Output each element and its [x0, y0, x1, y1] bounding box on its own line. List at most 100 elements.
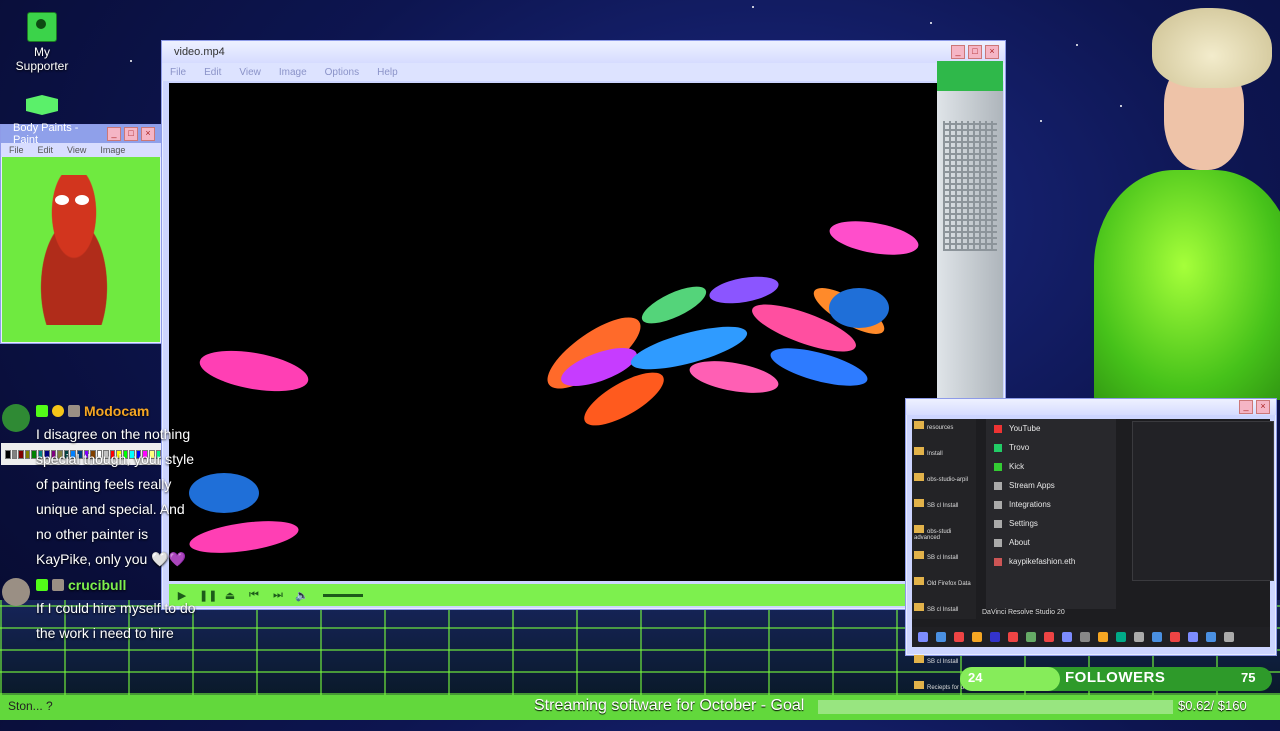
taskbar-app-icon[interactable] [954, 632, 964, 642]
paint-titlebar: Body Paints - Paint _ □ × [1, 122, 161, 146]
close-icon[interactable]: × [1256, 400, 1270, 414]
chat-username: crucibull [68, 577, 127, 593]
video-window: video.mp4 _ □ × File Edit View Image Opt… [161, 40, 1006, 610]
chat-message: Modocam I disagree on the nothing specia… [0, 400, 200, 572]
video-title: video.mp4 [174, 46, 225, 58]
seek-slider[interactable] [323, 593, 363, 597]
star [930, 22, 932, 24]
video-menubar: File Edit View Image Options Help [162, 63, 1005, 81]
chat-overlay: Modocam I disagree on the nothing specia… [0, 398, 200, 696]
menu-image[interactable]: Image [279, 67, 307, 78]
folder-icon [914, 655, 924, 663]
menu-item-icon [994, 481, 1002, 490]
taskbar-app-icon[interactable] [990, 632, 1000, 642]
taskbar-app-icon[interactable] [972, 632, 982, 642]
followers-current: 24 [968, 670, 983, 685]
taskbar-app-icon[interactable] [1116, 632, 1126, 642]
subscriber-badge-icon [52, 405, 64, 417]
close-icon[interactable]: × [985, 45, 999, 59]
taskbar-app-icon[interactable] [1080, 632, 1090, 642]
stream-menu-item[interactable]: Settings [986, 514, 1116, 533]
desktop-screen: resources Install obs-studio-arpil SB cl In… [912, 419, 1274, 717]
taskbar-app-icon[interactable] [1134, 632, 1144, 642]
menu-image[interactable]: Image [100, 145, 125, 155]
paint-title: Body Paints - Paint [13, 122, 79, 146]
stream-menu-item[interactable]: Stream Apps [986, 476, 1116, 495]
maximize-icon[interactable]: □ [968, 45, 982, 59]
stream-menu-item[interactable]: About [986, 533, 1116, 552]
taskbar-app-icon[interactable] [918, 632, 928, 642]
desktop-file-item[interactable]: SB cl Install [912, 601, 976, 627]
donation-goal-values: $0.62/ $160 [1178, 698, 1247, 713]
menu-item-icon [994, 424, 1002, 433]
video-frame[interactable] [169, 83, 939, 581]
taskbar-app-icon[interactable] [1026, 632, 1036, 642]
desktop-taskbar [912, 627, 1270, 647]
my-supporter-label: My Supporter [15, 45, 69, 73]
taskbar-app-icon[interactable] [1170, 632, 1180, 642]
close-icon[interactable]: × [141, 127, 155, 141]
taskbar-app-icon[interactable] [1098, 632, 1108, 642]
menu-view[interactable]: View [67, 145, 86, 155]
desktop-file-item[interactable]: Old Firefox Data [912, 575, 976, 601]
menu-item-icon [994, 557, 1002, 566]
computer-user-icon [27, 12, 57, 42]
chat-message-text: If I could hire myself to do the work i … [36, 600, 196, 641]
taskbar-app-icon[interactable] [1188, 632, 1198, 642]
minimize-icon[interactable]: _ [107, 127, 121, 141]
menu-edit[interactable]: Edit [204, 67, 221, 78]
menu-file[interactable]: File [170, 67, 186, 78]
taskbar-app-icon[interactable] [1062, 632, 1072, 642]
chat-message: crucibull If I could hire myself to do t… [0, 574, 200, 646]
stream-menu-item[interactable]: Integrations [986, 495, 1116, 514]
followers-label: FOLLOWERS [1065, 669, 1166, 686]
desktop-file-item[interactable]: Install [912, 445, 976, 471]
pause-icon[interactable]: ❚❚ [199, 589, 217, 602]
stream-menu-item[interactable]: Kick [986, 457, 1116, 476]
green-cube-icon [26, 95, 58, 115]
folder-icon [914, 551, 924, 559]
stream-app-menu: YouTube Trovo Kick Stream Apps Integrations S… [986, 419, 1116, 609]
desktop-file-item[interactable]: obs-studio-arpil [912, 471, 976, 497]
desktop-capture-window: _ × resources Install obs-studio-arpil SB c… [905, 398, 1277, 717]
next-icon[interactable]: ⏭ [271, 589, 285, 602]
menu-view[interactable]: View [239, 67, 261, 78]
followers-goal: 24 FOLLOWERS 75 [960, 667, 1272, 691]
folder-icon [914, 473, 924, 481]
stream-menu-item[interactable]: YouTube [986, 419, 1116, 438]
stream-menu-item[interactable]: Trovo [986, 438, 1116, 457]
desktop-file-item[interactable]: resources [912, 419, 976, 445]
deadpool-painting [19, 175, 129, 325]
taskbar-app-icon[interactable] [1008, 632, 1018, 642]
desktop-file-list: resources Install obs-studio-arpil SB cl In… [912, 419, 976, 717]
moderator-badge-icon [68, 405, 80, 417]
menu-file[interactable]: File [9, 145, 24, 155]
desktop-file-item[interactable]: obs-studi advanced [912, 523, 976, 549]
davinci-resolve-label[interactable]: DaVinci Resolve Studio 20 [982, 609, 1065, 616]
maximize-icon[interactable]: □ [124, 127, 138, 141]
menu-options[interactable]: Options [325, 67, 359, 78]
menu-item-icon [994, 519, 1002, 528]
ticker-left-text: Ston... ? [8, 699, 53, 713]
minimize-icon[interactable]: _ [951, 45, 965, 59]
desktop-file-item[interactable]: SB cl Install [912, 497, 976, 523]
star [130, 60, 132, 62]
folder-icon [914, 421, 924, 429]
desktop-file-item[interactable]: SB cl Install [912, 549, 976, 575]
previous-icon[interactable]: ⏮ [247, 589, 261, 602]
folder-icon [914, 499, 924, 507]
stream-menu-item[interactable]: kaypikefashion.eth [986, 552, 1116, 571]
taskbar-app-icon[interactable] [1206, 632, 1216, 642]
taskbar-app-icon[interactable] [936, 632, 946, 642]
avatar [2, 404, 30, 432]
volume-icon[interactable]: 🔈 [295, 589, 309, 602]
my-supporter-shortcut[interactable]: My Supporter [6, 12, 78, 73]
menu-edit[interactable]: Edit [38, 145, 54, 155]
taskbar-app-icon[interactable] [1044, 632, 1054, 642]
taskbar-app-icon[interactable] [1224, 632, 1234, 642]
taskbar-app-icon[interactable] [1152, 632, 1162, 642]
minimize-icon[interactable]: _ [1239, 400, 1253, 414]
menu-help[interactable]: Help [377, 67, 398, 78]
eject-icon[interactable]: ⏏ [223, 589, 237, 602]
menu-item-icon [994, 500, 1002, 509]
